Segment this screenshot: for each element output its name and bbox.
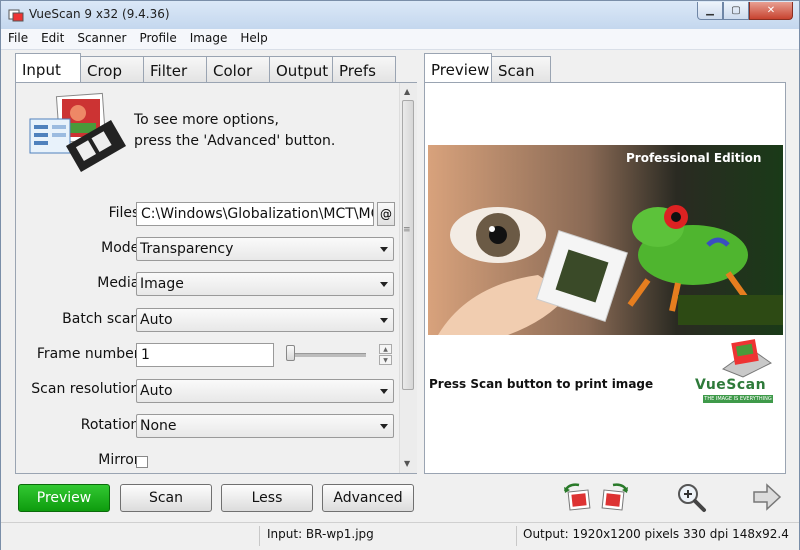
right-tab-strip: Preview Scan <box>424 53 551 82</box>
menu-profile[interactable]: Profile <box>132 29 182 49</box>
next-arrow-icon[interactable] <box>751 481 783 513</box>
rotation-label: Rotation: <box>80 417 144 433</box>
maximize-icon: ▢ <box>731 5 741 16</box>
mode-select[interactable]: Transparency <box>136 237 394 261</box>
chevron-down-icon <box>380 247 388 252</box>
tab-filter[interactable]: Filter <box>143 56 207 82</box>
batch-scan-select[interactable]: Auto <box>136 308 394 332</box>
close-button[interactable]: ✕ <box>749 2 793 20</box>
rotation-select[interactable]: None <box>136 414 394 438</box>
settings-scrollbar[interactable]: ▲ ≡ ▼ <box>399 83 417 473</box>
logo-text: VueScan <box>695 377 767 393</box>
preview-button[interactable]: Preview <box>18 484 110 512</box>
status-input: Input: BR-wp1.jpg <box>267 527 374 541</box>
tab-prefs[interactable]: Prefs <box>332 56 396 82</box>
batch-scan-label: Batch scan: <box>62 311 144 327</box>
scrollbar-thumb[interactable] <box>402 100 414 390</box>
media-value: Image <box>140 276 184 292</box>
media-select[interactable]: Image <box>136 272 394 296</box>
minimize-icon: ▁ <box>706 5 714 16</box>
rotate-right-icon[interactable] <box>599 481 631 513</box>
preview-image[interactable]: Professional Edition <box>428 145 783 335</box>
status-output: Output: 1920x1200 pixels 330 dpi 148x92.… <box>523 527 793 541</box>
menu-image[interactable]: Image <box>183 29 234 49</box>
vuescan-logo: VueScan THE IMAGE IS EVERYTHING <box>693 339 779 411</box>
files-field[interactable]: C:\Windows\Globalization\MCT\MC <box>136 202 374 226</box>
frame-number-label: Frame number: <box>36 346 144 362</box>
minimize-button[interactable]: ▁ <box>697 2 723 20</box>
tab-color[interactable]: Color <box>206 56 270 82</box>
edition-banner: Professional Edition <box>626 151 762 165</box>
frame-spin-up[interactable]: ▲ <box>379 344 392 354</box>
arrow-up-icon: ▲ <box>383 346 388 353</box>
menu-help[interactable]: Help <box>233 29 273 49</box>
tab-preview[interactable]: Preview <box>424 53 492 82</box>
advanced-hint: To see more options, press the 'Advanced… <box>134 110 335 152</box>
preview-caption: Press Scan button to print image <box>429 377 654 391</box>
left-tab-strip: Input Crop Filter Color Output Prefs <box>15 53 396 82</box>
scan-resolution-label: Scan resolution: <box>31 381 144 397</box>
scan-resolution-select[interactable]: Auto <box>136 379 394 403</box>
frame-number-field[interactable]: 1 <box>136 343 274 367</box>
zoom-in-icon[interactable] <box>675 481 707 513</box>
tab-output[interactable]: Output <box>269 56 333 82</box>
less-button[interactable]: Less <box>221 484 313 512</box>
chevron-down-icon <box>380 389 388 394</box>
maximize-button[interactable]: ▢ <box>723 2 749 20</box>
menu-scanner[interactable]: Scanner <box>70 29 132 49</box>
chevron-down-icon <box>380 318 388 323</box>
rotate-left-icon[interactable] <box>561 481 593 513</box>
logo-tagline: THE IMAGE IS EVERYTHING <box>703 395 773 403</box>
batch-scan-value: Auto <box>140 312 173 328</box>
chevron-down-icon <box>380 282 388 287</box>
menu-file[interactable]: File <box>1 29 34 49</box>
mode-value: Transparency <box>140 241 234 257</box>
tab-scan[interactable]: Scan <box>491 56 551 82</box>
app-icon <box>8 9 24 22</box>
tab-crop[interactable]: Crop <box>80 56 144 82</box>
scanner-logo-icon <box>721 339 772 378</box>
app-window: VueScan 9 x32 (9.4.36) ▁ ▢ ✕ File Edit S… <box>0 0 800 550</box>
hint-line-1: To see more options, <box>134 112 279 128</box>
scroll-down-icon[interactable]: ▼ <box>404 459 410 468</box>
chevron-down-icon <box>380 424 388 429</box>
scan-button[interactable]: Scan <box>120 484 212 512</box>
scroll-up-icon[interactable]: ▲ <box>404 87 410 96</box>
tab-input[interactable]: Input <box>15 53 81 82</box>
grip-icon: ≡ <box>403 225 411 235</box>
files-browse-button[interactable]: @ <box>377 202 395 226</box>
title-bar: VueScan 9 x32 (9.4.36) ▁ ▢ ✕ <box>1 1 799 29</box>
input-settings-panel: To see more options, press the 'Advanced… <box>15 82 417 474</box>
preview-artwork <box>428 145 783 335</box>
rotation-value: None <box>140 418 177 434</box>
frame-slider-thumb[interactable] <box>286 345 295 361</box>
close-icon: ✕ <box>766 5 776 16</box>
preview-panel: Professional Edition Press Scan button t… <box>424 82 786 474</box>
mirror-checkbox[interactable] <box>136 456 148 468</box>
window-title: VueScan 9 x32 (9.4.36) <box>29 7 170 21</box>
frame-slider-track[interactable] <box>290 353 366 357</box>
status-separator <box>516 526 517 546</box>
status-bar: Input: BR-wp1.jpg Output: 1920x1200 pixe… <box>1 522 799 550</box>
status-separator <box>259 526 260 546</box>
scanner-photo-icon <box>29 92 127 172</box>
arrow-down-icon: ▼ <box>383 357 388 364</box>
scan-resolution-value: Auto <box>140 383 173 399</box>
hint-line-2: press the 'Advanced' button. <box>134 133 336 149</box>
menu-bar: File Edit Scanner Profile Image Help <box>1 29 799 50</box>
advanced-button[interactable]: Advanced <box>322 484 414 512</box>
menu-edit[interactable]: Edit <box>34 29 70 49</box>
frame-spin-down[interactable]: ▼ <box>379 355 392 365</box>
